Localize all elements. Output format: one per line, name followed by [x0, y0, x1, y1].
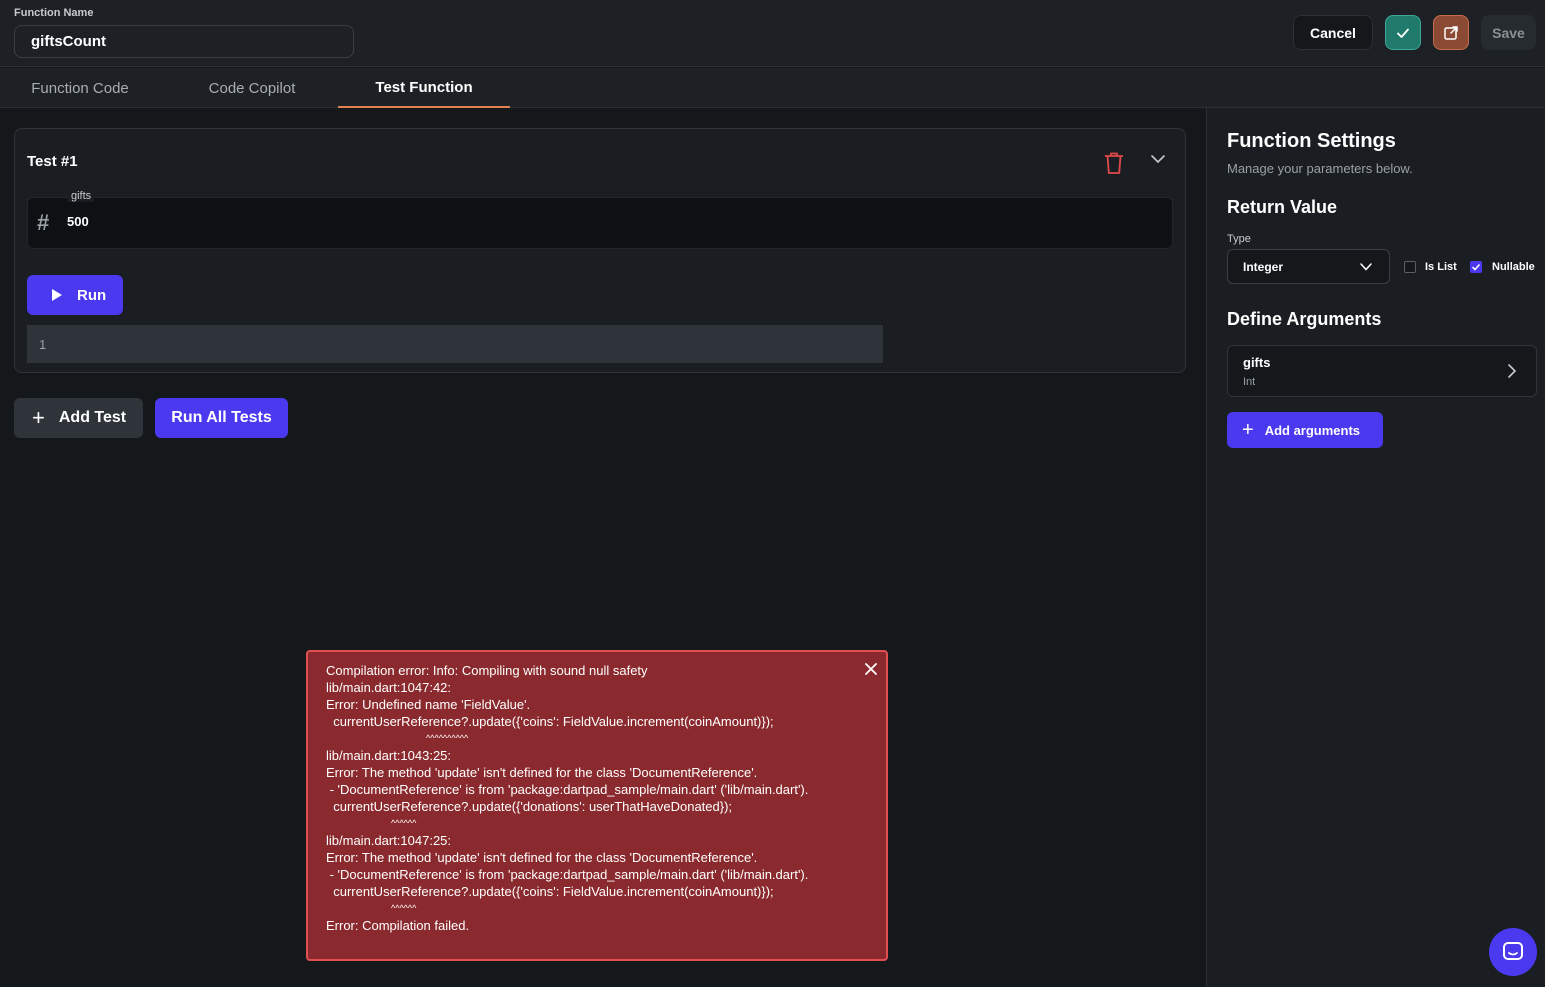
error-line: currentUserReference?.update({'coins': F…: [326, 884, 774, 899]
error-line: ^^^^^^^^^^: [326, 733, 469, 743]
argument-item[interactable]: gifts Int: [1227, 345, 1537, 397]
error-line: currentUserReference?.update({'donations…: [326, 799, 733, 814]
is-list-checkbox[interactable]: [1404, 261, 1416, 273]
error-line: Error: The method 'update' isn't defined…: [326, 765, 758, 780]
error-line: Compilation error: Info: Compiling with …: [326, 663, 648, 678]
is-list-label: Is List: [1425, 261, 1457, 273]
settings-subtitle: Manage your parameters below.: [1227, 161, 1413, 176]
argument-name: gifts: [1243, 355, 1271, 370]
argument-type: Int: [1243, 376, 1256, 388]
test-card: Test #1 # 500 gifts Run 1: [14, 128, 1186, 373]
type-label: Type: [1227, 233, 1251, 245]
number-hash-icon: #: [37, 210, 50, 235]
return-type-select[interactable]: Integer: [1227, 249, 1390, 284]
error-line: lib/main.dart:1047:25:: [326, 833, 452, 848]
open-external-button[interactable]: [1433, 15, 1469, 50]
error-line: Error: Undefined name 'FieldValue'.: [326, 697, 531, 712]
add-arguments-label: Add arguments: [1264, 422, 1361, 438]
top-bar: Function Name giftsCount Cancel Save: [0, 0, 1545, 67]
external-link-icon: [1444, 25, 1458, 40]
tab-code-copilot[interactable]: Code Copilot: [170, 68, 334, 108]
check-icon: [1397, 28, 1409, 38]
error-line: ^^^^^^: [326, 903, 417, 913]
cancel-button[interactable]: Cancel: [1293, 15, 1373, 50]
delete-test-button[interactable]: [1103, 151, 1125, 180]
trash-icon: [1105, 152, 1123, 174]
test-result-output: 1: [27, 325, 883, 363]
chevron-down-icon: [1360, 263, 1372, 271]
function-name-input[interactable]: giftsCount: [14, 25, 354, 58]
define-arguments-heading: Define Arguments: [1227, 309, 1382, 329]
run-all-tests-button[interactable]: Run All Tests: [155, 398, 288, 438]
function-settings-panel: Function Settings Manage your parameters…: [1206, 108, 1545, 987]
chevron-right-icon: [1508, 364, 1517, 378]
save-button[interactable]: Save: [1481, 15, 1536, 50]
add-arguments-button[interactable]: + Add arguments: [1227, 412, 1383, 448]
run-button[interactable]: Run: [27, 275, 123, 315]
error-line: lib/main.dart:1047:42:: [326, 680, 452, 695]
run-button-label: Run: [77, 286, 107, 304]
error-line: ^^^^^^: [326, 818, 417, 828]
argument-input-field[interactable]: # 500: [27, 197, 1173, 249]
play-icon: [52, 289, 62, 301]
nullable-label: Nullable: [1492, 261, 1535, 273]
error-line: Error: The method 'update' isn't defined…: [326, 850, 758, 865]
plus-icon: +: [1242, 418, 1254, 441]
close-error-button[interactable]: [865, 662, 877, 680]
error-line: Error: Compilation failed.: [326, 918, 470, 933]
plus-icon: +: [32, 405, 45, 430]
error-line: - 'DocumentReference' is from 'package:d…: [326, 782, 809, 797]
chat-icon: [1503, 942, 1523, 960]
add-test-label: Add Test: [58, 409, 127, 426]
chevron-down-icon: [1151, 155, 1165, 164]
function-name-label: Function Name: [14, 7, 94, 19]
chat-support-button[interactable]: [1489, 928, 1537, 976]
nullable-checkbox[interactable]: [1470, 261, 1482, 273]
error-message: Compilation error: Info: Compiling with …: [326, 662, 868, 934]
argument-label: gifts: [68, 190, 95, 202]
return-type-value: Integer: [1243, 259, 1284, 274]
error-line: lib/main.dart:1043:25:: [326, 748, 452, 763]
result-line-number: 1: [39, 336, 47, 352]
return-value-heading: Return Value: [1227, 197, 1338, 217]
compilation-error-toast: Compilation error: Info: Compiling with …: [306, 650, 888, 961]
tab-bar: Function Code Code Copilot Test Function: [0, 68, 1545, 108]
tab-test-function[interactable]: Test Function: [338, 68, 510, 108]
tab-function-code[interactable]: Function Code: [0, 68, 160, 108]
check-icon: [1471, 263, 1481, 271]
argument-value[interactable]: 500: [67, 214, 89, 229]
test-title: Test #1: [27, 153, 78, 170]
error-line: currentUserReference?.update({'coins': F…: [326, 714, 774, 729]
close-icon: [865, 663, 877, 675]
settings-title: Function Settings: [1227, 130, 1396, 152]
collapse-test-button[interactable]: [1150, 151, 1166, 172]
add-test-button[interactable]: + Add Test: [14, 398, 143, 438]
confirm-button[interactable]: [1385, 15, 1421, 50]
error-line: - 'DocumentReference' is from 'package:d…: [326, 867, 809, 882]
